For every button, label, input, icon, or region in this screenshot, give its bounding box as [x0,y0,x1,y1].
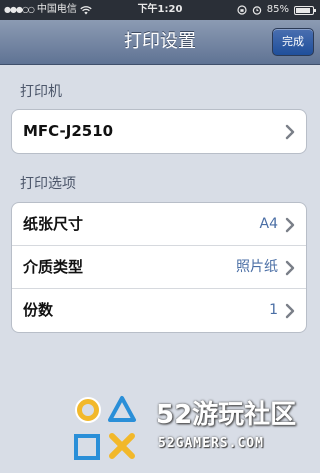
watermark-logo: 52游玩社区 52GAMERS.COM [70,388,320,473]
printer-name: MFC-J2510 [23,122,114,140]
alarm-icon [252,6,261,15]
printer-row[interactable]: MFC-J2510 [12,110,306,153]
printer-group: MFC-J2510 [11,109,307,154]
battery-percent: 85% [266,4,289,15]
playstation-shapes-icon [74,396,136,460]
paper-size-row[interactable]: 纸张尺寸 A4 [12,203,306,246]
chevron-right-icon [285,303,295,319]
print-options-section-header: 打印选项 [20,176,76,192]
media-type-row[interactable]: 介质类型 照片纸 [12,246,306,289]
watermark-url: 52GAMERS.COM [158,436,264,451]
copies-row[interactable]: 份数 1 [12,289,306,332]
print-options-group: 纸张尺寸 A4 介质类型 照片纸 份数 1 [11,202,307,333]
watermark-brand: 52游玩社区 [156,400,297,430]
battery-icon [294,5,316,15]
printer-section-header: 打印机 [20,84,62,100]
media-type-label: 介质类型 [23,258,84,276]
done-button[interactable]: 完成 [272,28,314,56]
paper-size-label: 纸张尺寸 [23,215,84,233]
copies-value: 1 [269,302,278,318]
media-type-value: 照片纸 [236,259,278,275]
paper-size-value: A4 [259,216,278,232]
copies-label: 份数 [23,301,54,319]
chevron-right-icon [285,260,295,276]
chevron-right-icon [285,124,295,140]
status-right: 85% [237,0,316,20]
chevron-right-icon [285,217,295,233]
status-bar: ●●●○○ 中国电信 下午1:20 85% [0,0,320,20]
lock-rotation-icon [237,5,247,15]
battery-level [296,7,310,13]
navigation-bar: 打印设置 完成 [0,20,320,65]
